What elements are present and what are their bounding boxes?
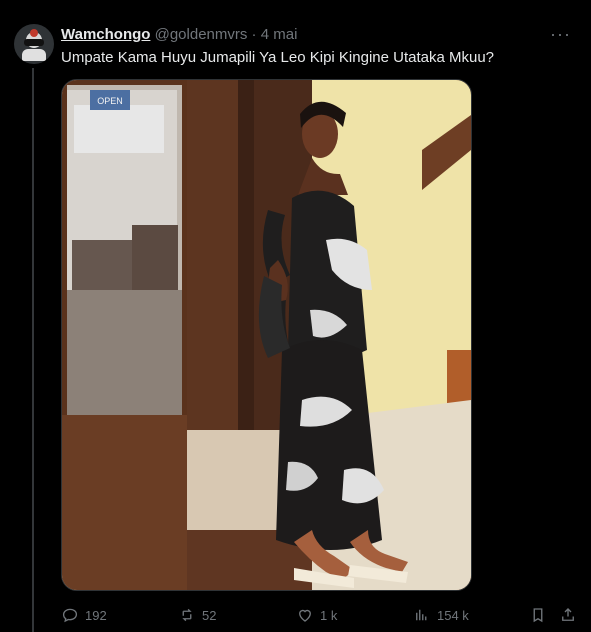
tweet-header: Wamchongo @goldenmvrs · 4 mai xyxy=(61,26,297,44)
bookmark-icon xyxy=(533,608,543,623)
avatar[interactable] xyxy=(14,24,54,64)
views-icon xyxy=(416,609,427,621)
like-count: 1 k xyxy=(320,607,338,623)
tweet-actions: 192 52 1 k 154 k xyxy=(61,604,581,626)
header-separator: · xyxy=(251,26,257,43)
tweet-container[interactable]: Wamchongo @goldenmvrs · 4 mai ··· Umpate… xyxy=(0,6,591,632)
retweet-count: 52 xyxy=(202,607,217,623)
like-button[interactable]: 1 k xyxy=(296,604,337,626)
open-sign-text: OPEN xyxy=(97,96,123,106)
avatar-visor xyxy=(24,39,44,46)
tweet-time[interactable]: 4 mai xyxy=(261,26,298,43)
author-handle[interactable]: @goldenmvrs xyxy=(155,26,248,43)
tweet-media[interactable]: OPEN xyxy=(61,79,472,591)
thread-line xyxy=(32,68,34,632)
reply-button[interactable]: 192 xyxy=(61,604,107,626)
views-count: 154 k xyxy=(437,607,469,623)
author-name[interactable]: Wamchongo xyxy=(61,26,150,43)
tweet-text: Umpate Kama Huyu Jumapili Ya Leo Kipi Ki… xyxy=(61,49,495,66)
reply-count: 192 xyxy=(85,607,107,623)
reply-icon xyxy=(62,608,78,623)
more-options-icon[interactable]: ··· xyxy=(550,24,571,45)
share-button[interactable] xyxy=(557,604,579,626)
avatar-dot xyxy=(30,29,38,37)
retweet-button[interactable]: 52 xyxy=(178,604,216,626)
photo-scene: OPEN xyxy=(62,80,471,590)
share-icon xyxy=(562,608,574,621)
views-button[interactable]: 154 k xyxy=(413,604,469,626)
bookmark-button[interactable] xyxy=(527,604,549,626)
heart-icon xyxy=(299,609,311,622)
retweet-icon xyxy=(182,608,192,622)
avatar-body xyxy=(22,49,46,61)
